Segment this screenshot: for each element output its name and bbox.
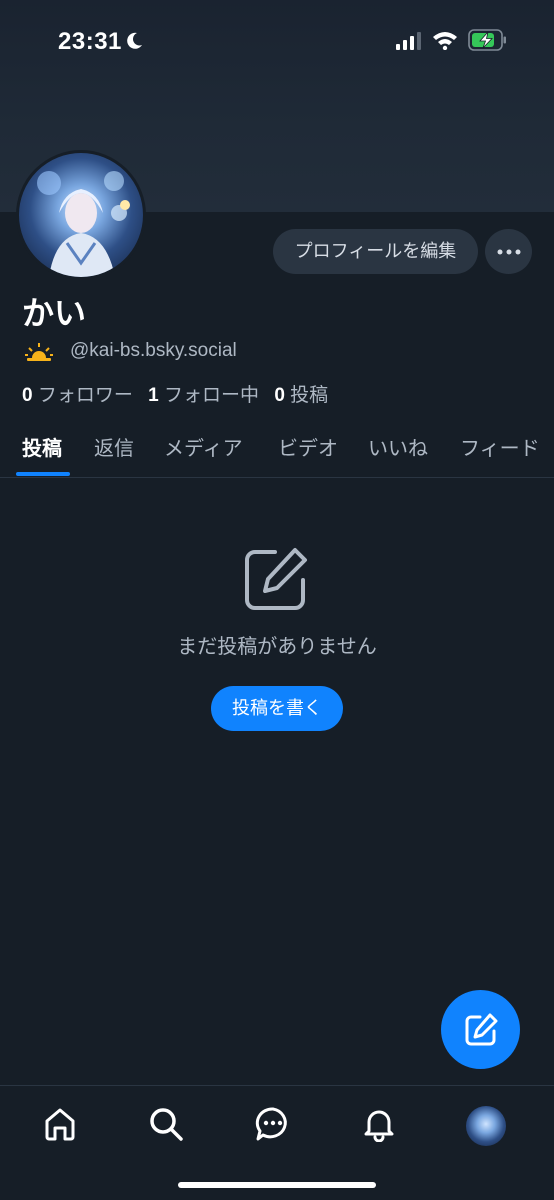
ellipsis-icon (497, 249, 520, 254)
following-label: フォロー中 (164, 385, 260, 406)
display-name: かい (22, 295, 87, 331)
tab-videos[interactable]: ビデオ (278, 432, 338, 478)
nav-search[interactable] (146, 1104, 186, 1144)
posts-count: 0 (274, 385, 285, 406)
home-indicator (178, 1182, 376, 1188)
moon-icon (127, 32, 142, 49)
tab-media[interactable]: メディア (164, 432, 243, 478)
empty-state-message: まだ投稿がありません (177, 636, 377, 658)
profile-tabs: 投稿 返信 メディア ビデオ いいね フィード (0, 420, 554, 478)
edit-profile-button[interactable]: プロフィールを編集 (273, 229, 478, 274)
profile-stats: 0 フォロワー 1 フォロー中 0 投稿 (22, 380, 338, 407)
status-bar: 23:31 (0, 0, 554, 86)
nav-chat[interactable] (253, 1104, 293, 1144)
posts-stat: 0 投稿 (274, 380, 328, 407)
posts-label: 投稿 (290, 385, 329, 406)
nav-profile-avatar[interactable] (466, 1106, 506, 1146)
active-tab-indicator (16, 472, 70, 476)
bell-icon (364, 1110, 394, 1142)
profile-avatar[interactable] (16, 150, 146, 280)
nav-home[interactable] (40, 1104, 80, 1144)
write-post-button[interactable]: 投稿を書く (211, 686, 343, 731)
following-count: 1 (148, 385, 159, 406)
profile-handle: @kai-bs.bsky.social (70, 340, 237, 361)
search-icon (150, 1108, 183, 1141)
profile-screen: 23:31 プロフィールを編集 かい @kai-bs.bsky.social 0… (0, 0, 554, 1200)
tab-feeds[interactable]: フィード (460, 432, 540, 478)
avatar-illustration (37, 171, 130, 277)
chat-icon (255, 1107, 287, 1141)
nav-notifications[interactable] (359, 1104, 399, 1144)
home-icon (45, 1108, 75, 1141)
tab-likes[interactable]: いいね (368, 432, 428, 478)
compose-icon (465, 1013, 497, 1045)
more-options-button[interactable] (485, 229, 532, 274)
battery-charging-icon (468, 29, 506, 51)
sunrise-icon (25, 343, 53, 361)
followers-stat[interactable]: 0 フォロワー (22, 380, 133, 407)
wifi-icon (433, 32, 457, 50)
status-time: 23:31 (58, 28, 122, 55)
tab-replies[interactable]: 返信 (94, 432, 134, 478)
following-stat[interactable]: 1 フォロー中 (148, 380, 259, 407)
followers-label: フォロワー (37, 385, 133, 406)
followers-count: 0 (22, 385, 33, 406)
compose-fab-button[interactable] (441, 990, 520, 1069)
signal-icon (396, 32, 421, 50)
compose-empty-icon (245, 548, 307, 610)
